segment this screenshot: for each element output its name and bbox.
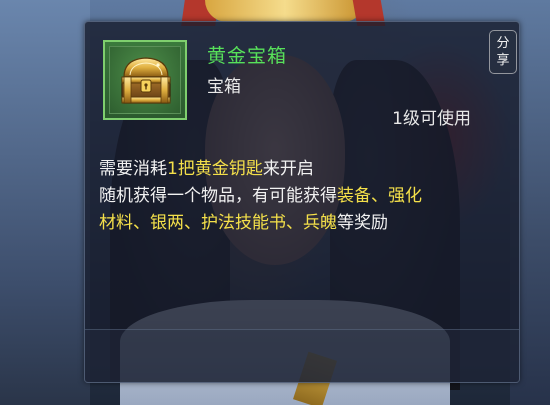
item-icon-slot: [103, 40, 187, 120]
reward-bingpo: 兵魄: [303, 213, 337, 233]
description-line-3: 材料、银两、护法技能书、兵魄等奖励: [99, 213, 388, 233]
item-description: 需要消耗1把黄金钥匙来开启 随机获得一个物品，有可能获得装备、强化 材料、银两、…: [99, 156, 509, 237]
item-type: 宝箱: [207, 77, 241, 97]
reward-enhance: 强化: [388, 186, 422, 206]
item-name: 黄金宝箱: [207, 45, 288, 67]
share-button-label-1: 分: [496, 36, 510, 51]
reward-materials: 材料: [99, 213, 133, 233]
reward-silver: 银两: [150, 213, 184, 233]
share-button-label-2: 享: [496, 53, 510, 68]
item-level-requirement: 1级可使用: [392, 109, 471, 129]
share-button[interactable]: 分 享: [489, 30, 517, 74]
key-requirement: 1把黄金钥匙: [167, 159, 263, 179]
description-line-2: 随机获得一个物品，有可能获得装备、强化: [99, 186, 422, 206]
item-tooltip-panel: 黄金宝箱 宝箱 1级可使用 分 享 需要消耗1把黄金钥匙来开启 随机获得一个物品…: [84, 21, 520, 383]
golden-treasure-chest-icon: [121, 57, 171, 104]
reward-equipment: 装备: [337, 186, 371, 206]
description-line-1: 需要消耗1把黄金钥匙来开启: [99, 159, 314, 179]
reward-skill-book: 护法技能书: [201, 213, 286, 233]
character-headpiece: [205, 0, 365, 22]
tooltip-footer: [85, 329, 519, 382]
